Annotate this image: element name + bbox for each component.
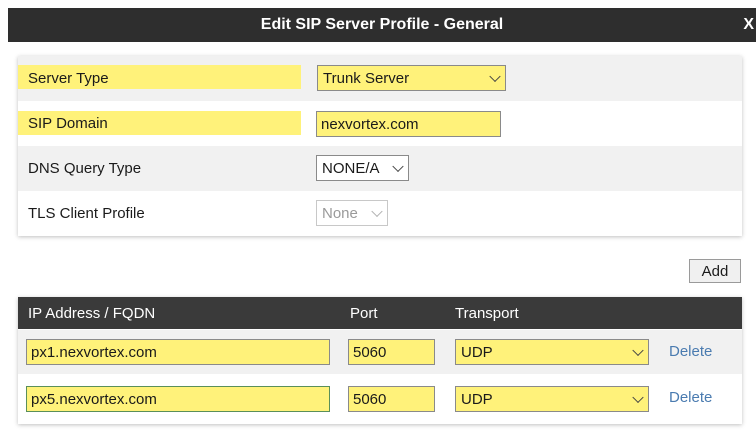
transport-select[interactable]: UDP [455,386,649,412]
dns-query-type-label: DNS Query Type [28,160,142,177]
tls-client-profile-row: TLS Client Profile None [18,191,742,236]
chevron-down-icon [489,70,501,83]
port-value: 5060 [353,390,387,408]
column-header-transport: Transport [455,304,519,322]
delete-link[interactable]: Delete [669,389,712,406]
table-row: px1.nexvortex.com 5060 UDP Delete [18,330,742,374]
add-server-button[interactable]: Add [689,259,741,283]
port-value: 5060 [353,343,387,361]
tls-client-profile-label: TLS Client Profile [28,205,145,222]
transport-value: UDP [461,390,493,408]
dialog-title: Edit SIP Server Profile - General [260,16,504,33]
column-header-port: Port [350,304,378,322]
delete-link[interactable]: Delete [669,343,712,360]
general-settings-panel: Server Type Trunk Server SIP Domain nexv… [18,56,742,236]
column-header-address: IP Address / FQDN [28,304,156,322]
dns-query-type-value: NONE/A [322,159,380,177]
port-input[interactable]: 5060 [348,339,435,365]
dns-query-type-select[interactable]: NONE/A [316,155,409,181]
address-input[interactable]: px5.nexvortex.com [26,386,330,412]
server-type-label: Server Type [28,70,109,87]
close-button[interactable]: X [743,8,754,42]
address-input[interactable]: px1.nexvortex.com [26,339,330,365]
transport-value: UDP [461,343,493,361]
transport-select[interactable]: UDP [455,339,649,365]
address-value: px5.nexvortex.com [31,390,157,408]
table-row: px5.nexvortex.com 5060 UDP Delete [18,377,742,421]
address-value: px1.nexvortex.com [31,343,157,361]
sip-domain-input[interactable]: nexvortex.com [316,111,501,137]
sip-domain-value: nexvortex.com [321,115,419,133]
server-type-value: Trunk Server [323,69,410,87]
server-table-header: IP Address / FQDN Port Transport [18,297,742,329]
chevron-down-icon [632,391,644,404]
sip-domain-label: SIP Domain [28,115,108,132]
chevron-down-icon [632,344,644,357]
tls-client-profile-value: None [322,204,358,222]
server-type-row: Server Type Trunk Server [18,56,742,101]
server-type-select[interactable]: Trunk Server [317,65,506,91]
sip-domain-row: SIP Domain nexvortex.com [18,101,742,146]
tls-client-profile-select: None [316,200,388,226]
dialog-title-bar: Edit SIP Server Profile - General X [8,8,756,42]
server-table: IP Address / FQDN Port Transport px1.nex… [18,297,742,424]
chevron-down-icon [392,160,404,173]
chevron-down-icon [371,205,383,218]
port-input[interactable]: 5060 [348,386,435,412]
dns-query-type-row: DNS Query Type NONE/A [18,146,742,191]
